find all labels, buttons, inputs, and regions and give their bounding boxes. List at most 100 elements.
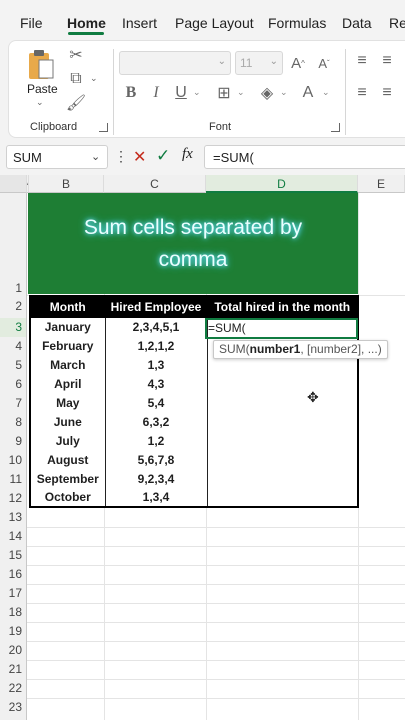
font-size-select[interactable]: 11 ⌄ <box>235 51 283 75</box>
tooltip-arg-number1[interactable]: number1 <box>250 342 301 356</box>
hired-cell[interactable]: 1,3 <box>104 355 208 374</box>
row-header[interactable]: 21 <box>0 660 27 679</box>
hired-cell[interactable]: 1,2 <box>104 431 208 450</box>
row-header[interactable]: 22 <box>0 679 27 698</box>
row-header[interactable]: 14 <box>0 527 27 546</box>
row-header[interactable]: 4 <box>0 337 27 356</box>
hired-cell[interactable]: 2,3,4,5,1 <box>104 317 208 336</box>
borders-dropdown-icon[interactable]: ⌄ <box>237 87 245 98</box>
font-color-dropdown-icon[interactable]: ⌄ <box>322 87 330 98</box>
hired-cell[interactable]: 4,3 <box>104 374 208 393</box>
column-header-e[interactable]: E <box>358 175 405 193</box>
underline-icon[interactable]: U <box>171 83 191 103</box>
row-header[interactable]: 12 <box>0 489 27 508</box>
name-box[interactable]: SUM ⌄ <box>6 145 108 169</box>
row-header[interactable]: 20 <box>0 641 27 660</box>
total-cell[interactable] <box>206 412 359 431</box>
row-header[interactable]: 15 <box>0 546 27 565</box>
row-header[interactable]: 16 <box>0 565 27 584</box>
borders-icon[interactable]: ⊞ <box>214 83 234 103</box>
underline-dropdown-icon[interactable]: ⌄ <box>193 87 201 98</box>
header-month[interactable]: Month <box>29 295 106 318</box>
column-header-d[interactable]: D <box>206 175 358 193</box>
font-family-select[interactable]: ⌄ <box>119 51 231 75</box>
tab-page-layout[interactable]: Page Layout <box>175 15 254 31</box>
clipboard-launcher-icon[interactable] <box>99 123 108 132</box>
month-cell[interactable]: October <box>29 488 106 508</box>
row-header[interactable]: 5 <box>0 356 27 375</box>
header-hired-employee[interactable]: Hired Employee <box>104 295 208 318</box>
row-header[interactable]: 6 <box>0 375 27 394</box>
total-cell[interactable] <box>206 431 359 450</box>
align-center-icon[interactable]: ≡ <box>377 83 397 103</box>
hired-cell[interactable]: 6,3,2 <box>104 412 208 431</box>
month-cell[interactable]: March <box>29 355 106 374</box>
row-header[interactable]: 19 <box>0 622 27 641</box>
total-cell[interactable] <box>206 393 359 412</box>
tab-review[interactable]: Re <box>389 15 405 31</box>
month-cell[interactable]: June <box>29 412 106 431</box>
hired-cell[interactable]: 9,2,3,4 <box>104 469 208 488</box>
align-top-icon[interactable]: ≡ <box>352 51 372 71</box>
month-cell[interactable]: January <box>29 317 106 336</box>
month-cell[interactable]: April <box>29 374 106 393</box>
row-header[interactable]: 23 <box>0 698 27 720</box>
hired-cell[interactable]: 1,3,4 <box>104 488 208 508</box>
format-painter-icon[interactable]: 🖌 <box>66 93 86 113</box>
tab-home[interactable]: Home <box>67 15 106 31</box>
align-left-icon[interactable]: ≡ <box>352 83 372 103</box>
total-cell[interactable] <box>206 469 359 488</box>
more-options-icon[interactable]: ⋮ <box>114 148 128 165</box>
formula-input[interactable]: =SUM( <box>204 145 405 169</box>
total-cell[interactable] <box>206 450 359 469</box>
increase-font-icon[interactable]: A ^ <box>288 51 308 75</box>
month-cell[interactable]: May <box>29 393 106 412</box>
insert-function-icon[interactable]: fx <box>182 146 193 163</box>
font-launcher-icon[interactable] <box>331 123 340 132</box>
paste-label[interactable]: Paste <box>27 82 58 96</box>
row-header[interactable]: 2 <box>0 295 27 318</box>
row-header[interactable]: 10 <box>0 451 27 470</box>
header-total-hired[interactable]: Total hired in the month <box>206 295 359 318</box>
hired-cell[interactable]: 1,2,1,2 <box>104 336 208 355</box>
total-cell[interactable] <box>206 488 359 508</box>
row-header[interactable]: 13 <box>0 508 27 527</box>
tab-formulas[interactable]: Formulas <box>268 15 326 31</box>
row-header[interactable]: 9 <box>0 432 27 451</box>
function-tooltip[interactable]: SUM(number1, [number2], ...) <box>213 340 388 359</box>
month-cell[interactable]: July <box>29 431 106 450</box>
enter-icon[interactable]: ✓ <box>156 146 170 166</box>
copy-dropdown-icon[interactable]: ⌄ <box>90 73 98 84</box>
fill-color-dropdown-icon[interactable]: ⌄ <box>280 87 288 98</box>
column-header-b[interactable]: B <box>29 175 104 193</box>
tab-data[interactable]: Data <box>342 15 372 31</box>
paste-icon[interactable] <box>25 47 57 83</box>
month-cell[interactable]: September <box>29 469 106 488</box>
select-all-corner[interactable] <box>0 175 27 193</box>
row-header[interactable]: 3 <box>0 318 27 337</box>
decrease-font-icon[interactable]: Aˇ <box>314 51 334 75</box>
row-header[interactable]: 18 <box>0 603 27 622</box>
copy-icon[interactable]: ⧉ <box>66 69 86 89</box>
tab-insert[interactable]: Insert <box>122 15 157 31</box>
row-header[interactable]: 1 <box>0 193 27 295</box>
align-middle-icon[interactable]: ≡ <box>377 51 397 71</box>
tab-file[interactable]: File <box>20 15 43 31</box>
bold-icon[interactable]: B <box>121 83 141 103</box>
row-header[interactable]: 7 <box>0 394 27 413</box>
row-header[interactable]: 17 <box>0 584 27 603</box>
row-header[interactable]: 11 <box>0 470 27 489</box>
cut-icon[interactable]: ✂ <box>66 45 86 65</box>
month-cell[interactable]: February <box>29 336 106 355</box>
column-header-c[interactable]: C <box>104 175 206 193</box>
cancel-icon[interactable]: ✕ <box>133 147 146 167</box>
hired-cell[interactable]: 5,4 <box>104 393 208 412</box>
paste-dropdown-icon[interactable]: ⌄ <box>36 97 44 108</box>
month-cell[interactable]: August <box>29 450 106 469</box>
italic-icon[interactable]: I <box>146 83 166 103</box>
row-header[interactable]: 8 <box>0 413 27 432</box>
hired-cell[interactable]: 5,6,7,8 <box>104 450 208 469</box>
worksheet-grid[interactable]: A B C D E 1 2 3 4 5 6 7 8 9 10 11 12 13 … <box>0 175 405 720</box>
fill-color-icon[interactable]: ◈ <box>257 83 277 103</box>
font-color-icon[interactable]: A <box>298 83 318 103</box>
